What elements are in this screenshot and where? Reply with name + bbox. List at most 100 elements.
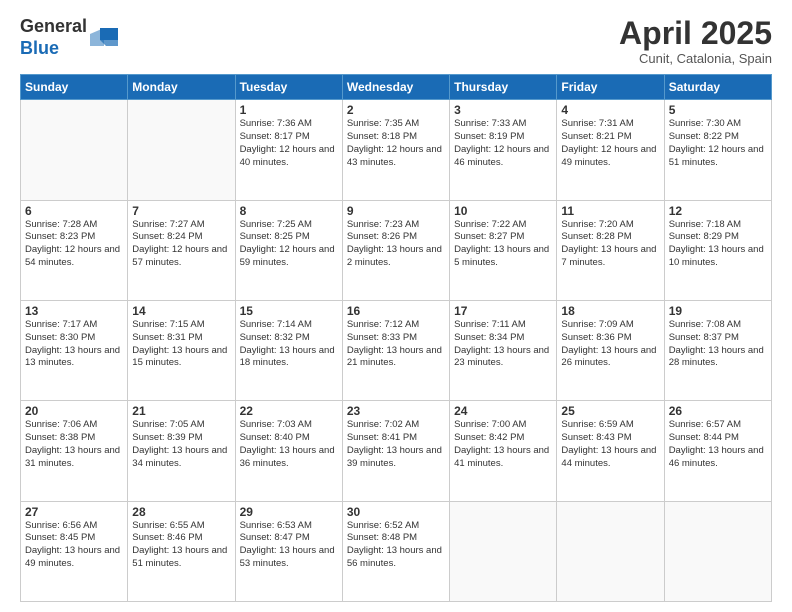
day-info: Sunrise: 7:08 AM Sunset: 8:37 PM Dayligh… — [669, 319, 767, 370]
day-number: 23 — [347, 404, 445, 418]
day-info: Sunrise: 7:17 AM Sunset: 8:30 PM Dayligh… — [25, 319, 123, 370]
col-thursday: Thursday — [450, 75, 557, 100]
calendar-cell: 25Sunrise: 6:59 AM Sunset: 8:43 PM Dayli… — [557, 401, 664, 501]
day-info: Sunrise: 7:18 AM Sunset: 8:29 PM Dayligh… — [669, 219, 767, 270]
day-number: 30 — [347, 505, 445, 519]
calendar-cell: 14Sunrise: 7:15 AM Sunset: 8:31 PM Dayli… — [128, 300, 235, 400]
day-number: 27 — [25, 505, 123, 519]
col-tuesday: Tuesday — [235, 75, 342, 100]
day-info: Sunrise: 7:02 AM Sunset: 8:41 PM Dayligh… — [347, 419, 445, 470]
day-info: Sunrise: 7:12 AM Sunset: 8:33 PM Dayligh… — [347, 319, 445, 370]
calendar-cell: 24Sunrise: 7:00 AM Sunset: 8:42 PM Dayli… — [450, 401, 557, 501]
calendar-week-row-2: 13Sunrise: 7:17 AM Sunset: 8:30 PM Dayli… — [21, 300, 772, 400]
day-info: Sunrise: 7:27 AM Sunset: 8:24 PM Dayligh… — [132, 219, 230, 270]
col-monday: Monday — [128, 75, 235, 100]
day-info: Sunrise: 7:06 AM Sunset: 8:38 PM Dayligh… — [25, 419, 123, 470]
day-number: 15 — [240, 304, 338, 318]
calendar-cell: 26Sunrise: 6:57 AM Sunset: 8:44 PM Dayli… — [664, 401, 771, 501]
logo-general: General — [20, 16, 87, 38]
calendar-cell: 5Sunrise: 7:30 AM Sunset: 8:22 PM Daylig… — [664, 100, 771, 200]
day-number: 8 — [240, 204, 338, 218]
day-info: Sunrise: 7:00 AM Sunset: 8:42 PM Dayligh… — [454, 419, 552, 470]
day-number: 18 — [561, 304, 659, 318]
day-info: Sunrise: 6:52 AM Sunset: 8:48 PM Dayligh… — [347, 520, 445, 571]
calendar-cell: 17Sunrise: 7:11 AM Sunset: 8:34 PM Dayli… — [450, 300, 557, 400]
day-info: Sunrise: 6:59 AM Sunset: 8:43 PM Dayligh… — [561, 419, 659, 470]
calendar-cell: 13Sunrise: 7:17 AM Sunset: 8:30 PM Dayli… — [21, 300, 128, 400]
day-number: 12 — [669, 204, 767, 218]
day-number: 7 — [132, 204, 230, 218]
day-number: 1 — [240, 103, 338, 117]
col-wednesday: Wednesday — [342, 75, 449, 100]
calendar-cell: 30Sunrise: 6:52 AM Sunset: 8:48 PM Dayli… — [342, 501, 449, 601]
logo: General Blue — [20, 16, 118, 59]
day-info: Sunrise: 7:22 AM Sunset: 8:27 PM Dayligh… — [454, 219, 552, 270]
day-number: 29 — [240, 505, 338, 519]
day-info: Sunrise: 6:53 AM Sunset: 8:47 PM Dayligh… — [240, 520, 338, 571]
day-number: 13 — [25, 304, 123, 318]
day-number: 2 — [347, 103, 445, 117]
calendar-cell — [664, 501, 771, 601]
calendar-cell: 1Sunrise: 7:36 AM Sunset: 8:17 PM Daylig… — [235, 100, 342, 200]
logo-blue: Blue — [20, 38, 87, 60]
calendar-cell — [128, 100, 235, 200]
calendar-cell: 29Sunrise: 6:53 AM Sunset: 8:47 PM Dayli… — [235, 501, 342, 601]
calendar-week-row-1: 6Sunrise: 7:28 AM Sunset: 8:23 PM Daylig… — [21, 200, 772, 300]
calendar-week-row-0: 1Sunrise: 7:36 AM Sunset: 8:17 PM Daylig… — [21, 100, 772, 200]
header: General Blue April 2025 Cunit, Catalonia… — [20, 16, 772, 66]
calendar-cell: 11Sunrise: 7:20 AM Sunset: 8:28 PM Dayli… — [557, 200, 664, 300]
day-info: Sunrise: 6:55 AM Sunset: 8:46 PM Dayligh… — [132, 520, 230, 571]
calendar-cell: 18Sunrise: 7:09 AM Sunset: 8:36 PM Dayli… — [557, 300, 664, 400]
day-info: Sunrise: 7:35 AM Sunset: 8:18 PM Dayligh… — [347, 118, 445, 169]
calendar-cell: 2Sunrise: 7:35 AM Sunset: 8:18 PM Daylig… — [342, 100, 449, 200]
day-number: 21 — [132, 404, 230, 418]
calendar-week-row-4: 27Sunrise: 6:56 AM Sunset: 8:45 PM Dayli… — [21, 501, 772, 601]
calendar-cell: 15Sunrise: 7:14 AM Sunset: 8:32 PM Dayli… — [235, 300, 342, 400]
calendar-cell — [557, 501, 664, 601]
day-info: Sunrise: 7:15 AM Sunset: 8:31 PM Dayligh… — [132, 319, 230, 370]
calendar-cell: 16Sunrise: 7:12 AM Sunset: 8:33 PM Dayli… — [342, 300, 449, 400]
calendar-cell: 9Sunrise: 7:23 AM Sunset: 8:26 PM Daylig… — [342, 200, 449, 300]
page: General Blue April 2025 Cunit, Catalonia… — [0, 0, 792, 612]
calendar-cell: 20Sunrise: 7:06 AM Sunset: 8:38 PM Dayli… — [21, 401, 128, 501]
day-info: Sunrise: 7:31 AM Sunset: 8:21 PM Dayligh… — [561, 118, 659, 169]
calendar-table: Sunday Monday Tuesday Wednesday Thursday… — [20, 74, 772, 602]
day-info: Sunrise: 7:05 AM Sunset: 8:39 PM Dayligh… — [132, 419, 230, 470]
day-info: Sunrise: 7:03 AM Sunset: 8:40 PM Dayligh… — [240, 419, 338, 470]
day-info: Sunrise: 7:25 AM Sunset: 8:25 PM Dayligh… — [240, 219, 338, 270]
day-info: Sunrise: 7:20 AM Sunset: 8:28 PM Dayligh… — [561, 219, 659, 270]
day-number: 6 — [25, 204, 123, 218]
col-sunday: Sunday — [21, 75, 128, 100]
day-number: 14 — [132, 304, 230, 318]
calendar-cell — [21, 100, 128, 200]
day-number: 28 — [132, 505, 230, 519]
calendar-cell: 21Sunrise: 7:05 AM Sunset: 8:39 PM Dayli… — [128, 401, 235, 501]
day-number: 26 — [669, 404, 767, 418]
day-info: Sunrise: 7:33 AM Sunset: 8:19 PM Dayligh… — [454, 118, 552, 169]
calendar-cell: 10Sunrise: 7:22 AM Sunset: 8:27 PM Dayli… — [450, 200, 557, 300]
calendar-cell: 3Sunrise: 7:33 AM Sunset: 8:19 PM Daylig… — [450, 100, 557, 200]
calendar-week-row-3: 20Sunrise: 7:06 AM Sunset: 8:38 PM Dayli… — [21, 401, 772, 501]
day-info: Sunrise: 7:28 AM Sunset: 8:23 PM Dayligh… — [25, 219, 123, 270]
calendar-cell: 12Sunrise: 7:18 AM Sunset: 8:29 PM Dayli… — [664, 200, 771, 300]
calendar-cell: 23Sunrise: 7:02 AM Sunset: 8:41 PM Dayli… — [342, 401, 449, 501]
day-number: 4 — [561, 103, 659, 117]
calendar-cell: 7Sunrise: 7:27 AM Sunset: 8:24 PM Daylig… — [128, 200, 235, 300]
day-info: Sunrise: 7:36 AM Sunset: 8:17 PM Dayligh… — [240, 118, 338, 169]
logo-text: General Blue — [20, 16, 87, 59]
calendar-cell: 28Sunrise: 6:55 AM Sunset: 8:46 PM Dayli… — [128, 501, 235, 601]
col-friday: Friday — [557, 75, 664, 100]
month-title: April 2025 — [619, 16, 772, 51]
day-number: 3 — [454, 103, 552, 117]
day-info: Sunrise: 6:57 AM Sunset: 8:44 PM Dayligh… — [669, 419, 767, 470]
day-number: 11 — [561, 204, 659, 218]
calendar-cell: 8Sunrise: 7:25 AM Sunset: 8:25 PM Daylig… — [235, 200, 342, 300]
location: Cunit, Catalonia, Spain — [619, 51, 772, 66]
logo-icon — [90, 22, 118, 50]
calendar-cell: 19Sunrise: 7:08 AM Sunset: 8:37 PM Dayli… — [664, 300, 771, 400]
day-number: 25 — [561, 404, 659, 418]
calendar-cell: 22Sunrise: 7:03 AM Sunset: 8:40 PM Dayli… — [235, 401, 342, 501]
day-number: 22 — [240, 404, 338, 418]
day-info: Sunrise: 7:14 AM Sunset: 8:32 PM Dayligh… — [240, 319, 338, 370]
day-number: 24 — [454, 404, 552, 418]
